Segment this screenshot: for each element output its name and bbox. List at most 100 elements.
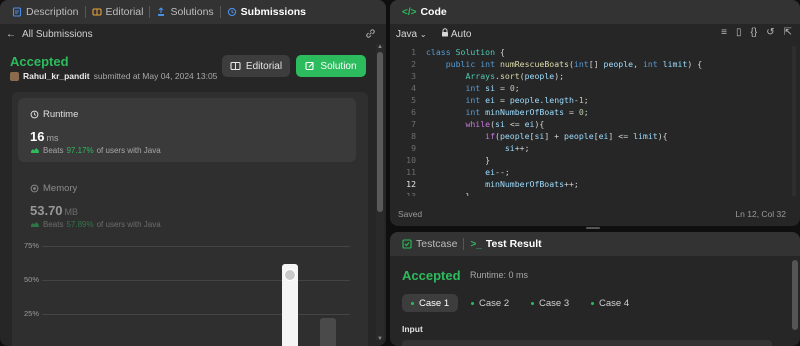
runtime-beats-row: Beats 97.17% of users with Java	[30, 146, 161, 155]
tab-testcase[interactable]: Testcase	[396, 232, 463, 256]
left-tab-bar: Description Editorial Solutions Submissi…	[0, 0, 386, 24]
scroll-up-arrow-icon[interactable]: ▲	[377, 44, 383, 50]
auto-toggle[interactable]: Auto	[441, 28, 471, 40]
test-scrollbar[interactable]	[792, 256, 798, 346]
pass-dot-icon	[591, 301, 594, 305]
solution-button-label: Solution	[320, 60, 357, 72]
avatar[interactable]	[10, 71, 19, 81]
format-icon[interactable]: ≡	[721, 27, 727, 38]
code-toolbar: Java ⌄ Auto ≡ ▯ {} ↺ ⇱	[390, 24, 800, 44]
case-tab-3[interactable]: Case 3	[522, 294, 578, 312]
line-number: 5	[411, 95, 416, 105]
memory-box[interactable]: Memory 53.70 MB Beats 57.89% of users wit…	[18, 172, 356, 232]
runtime-beats-percent: 97.17%	[66, 146, 94, 155]
tab-description[interactable]: Description	[6, 0, 85, 24]
case-tab-4[interactable]: Case 4	[582, 294, 638, 312]
code-line: 1 class Solution {	[390, 46, 794, 58]
tab-solutions[interactable]: Solutions	[150, 0, 219, 24]
expand-icon[interactable]: ⇱	[784, 27, 792, 38]
code-line: 7 while(si <= ei){	[390, 118, 794, 130]
code-text: int minNumberOfBoats = 0;	[465, 107, 589, 117]
code-text: }	[426, 155, 491, 165]
case-label: Case 3	[539, 297, 570, 309]
language-select[interactable]: Java ⌄	[396, 29, 427, 40]
code-line: 9 si++;	[390, 142, 794, 154]
tab-test-result-label: Test Result	[485, 238, 542, 250]
input-value-box	[402, 340, 772, 346]
cursor-position: Ln 12, Col 32	[735, 209, 786, 219]
code-text: int ei = people.length-1;	[465, 95, 589, 105]
all-submissions-bar: ← All Submissions	[0, 24, 386, 44]
code-line: 6 int minNumberOfBoats = 0;	[390, 106, 794, 118]
case-tab-2[interactable]: Case 2	[462, 294, 518, 312]
line-number: 10	[406, 155, 416, 165]
case-tab-1[interactable]: Case 1	[402, 294, 459, 312]
user-avatar-marker-icon	[284, 268, 296, 281]
code-editor[interactable]: 1 class Solution { 2 public int numRescue…	[390, 46, 794, 196]
code-text: class Solution {	[426, 47, 505, 57]
pass-dot-icon	[531, 301, 534, 305]
code-icon: </>	[402, 6, 417, 18]
solution-button[interactable]: Solution	[296, 55, 366, 77]
tab-editorial[interactable]: Editorial	[86, 0, 150, 24]
tab-submissions[interactable]: Submissions	[221, 0, 312, 24]
terminal-icon: >_	[470, 238, 482, 250]
left-scrollbar[interactable]	[376, 44, 384, 340]
reset-icon[interactable]: ↺	[766, 27, 774, 38]
test-runtime: Runtime: 0 ms	[470, 270, 529, 280]
runtime-value: 16	[30, 129, 45, 144]
memory-beats-suffix: of users with Java	[96, 220, 161, 229]
runtime-beats-prefix: Beats	[43, 146, 64, 155]
line-number: 12	[406, 179, 416, 189]
test-result-panel: Testcase >_ Test Result Accepted Runtime…	[390, 232, 800, 346]
panel-resize-handle[interactable]	[586, 227, 600, 229]
lock-icon	[441, 28, 451, 40]
chart-bar[interactable]	[320, 318, 336, 346]
code-line: 4 int si = 0;	[390, 82, 794, 94]
tab-editorial-label: Editorial	[105, 6, 144, 18]
code-line: 8 if(people[si] + people[ei] <= limit){	[390, 130, 794, 142]
tab-code[interactable]: </> Code	[396, 0, 453, 24]
beats-icon	[30, 220, 40, 229]
tab-test-result[interactable]: >_ Test Result	[464, 232, 547, 256]
solutions-icon	[156, 7, 166, 17]
tab-description-label: Description	[26, 6, 79, 18]
pass-dot-icon	[471, 301, 474, 305]
bookmark-icon[interactable]: ▯	[736, 27, 742, 38]
line-number: 4	[411, 83, 416, 93]
back-arrow-icon[interactable]: ←	[6, 29, 16, 40]
code-line: 3 Arrays.sort(people);	[390, 70, 794, 82]
memory-beats-percent: 57.89%	[66, 220, 94, 229]
submitted-time: submitted at May 04, 2024 13:05	[93, 71, 218, 81]
line-number: 8	[411, 131, 416, 141]
clock-icon	[30, 110, 39, 119]
link-icon[interactable]	[365, 28, 376, 42]
editorial-button[interactable]: Editorial	[222, 55, 290, 77]
code-text: }	[426, 191, 471, 196]
tab-solutions-label: Solutions	[170, 6, 214, 18]
left-scrollbar-thumb[interactable]	[377, 52, 383, 212]
code-text: si++;	[504, 143, 530, 153]
runtime-unit: ms	[46, 133, 59, 143]
memory-label-row: Memory	[30, 183, 77, 194]
line-number: 7	[411, 119, 416, 129]
code-text: minNumberOfBoats++;	[485, 179, 579, 189]
input-label: Input	[402, 324, 423, 334]
code-scrollbar[interactable]	[792, 46, 796, 196]
runtime-box[interactable]: Runtime 16 ms Beats 97.17% of users with …	[18, 98, 356, 162]
code-text: int si = 0;	[465, 83, 520, 93]
runtime-value-row: 16 ms	[30, 129, 58, 144]
memory-beats-row: Beats 57.89% of users with Java	[30, 220, 161, 229]
test-scrollbar-thumb[interactable]	[792, 260, 798, 330]
code-line: 11 ei--;	[390, 166, 794, 178]
scroll-down-arrow-icon[interactable]: ▼	[377, 336, 383, 342]
all-submissions-link[interactable]: All Submissions	[22, 29, 93, 40]
chart-gridline	[42, 280, 350, 281]
editorial-button-label: Editorial	[245, 60, 283, 72]
language-label: Java	[396, 28, 418, 40]
braces-icon[interactable]: {}	[751, 27, 758, 38]
test-result-status: Accepted	[402, 268, 461, 283]
author-name[interactable]: Rahul_kr_pandit	[23, 71, 90, 81]
code-text: if(people[si] + people[ei] <= limit){	[485, 131, 668, 141]
line-number: 1	[411, 47, 416, 57]
